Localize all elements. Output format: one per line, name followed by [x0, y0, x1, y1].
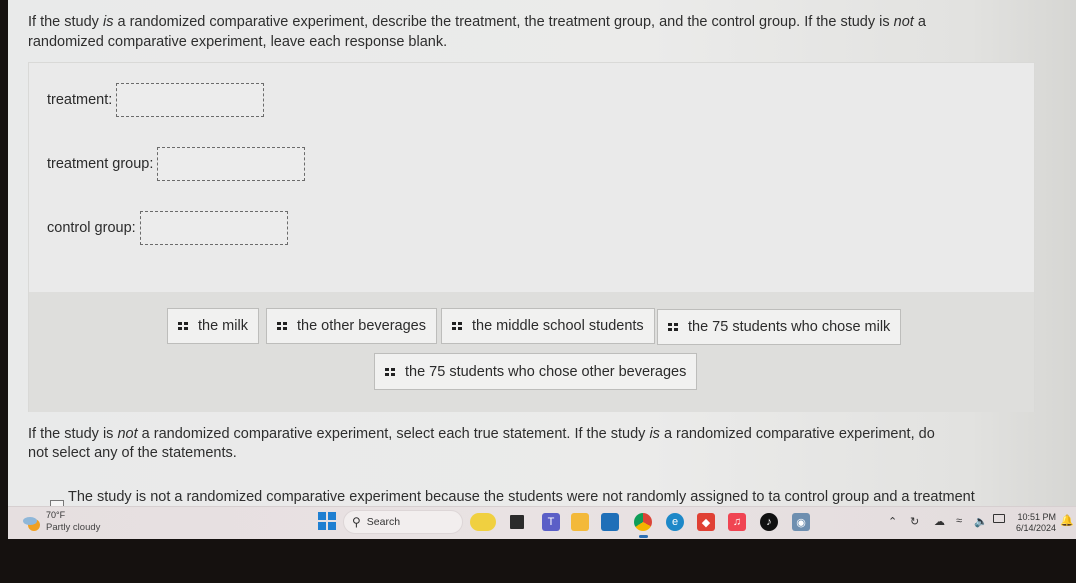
onedrive-cloud-icon[interactable]: ☁ [934, 515, 945, 528]
show-hidden-icons-chevron-icon[interactable]: ⌃ [888, 515, 897, 528]
taskbar-search[interactable]: ⚲ Search [343, 510, 463, 534]
screen-bezel-left [0, 0, 8, 540]
answer-chip-other-beverages[interactable]: the other beverages [266, 308, 437, 344]
notification-bell-icon[interactable]: 🔔 [1060, 514, 1074, 527]
active-app-indicator [639, 535, 648, 538]
answer-chip-75-chose-milk[interactable]: the 75 students who chose milk [657, 309, 902, 345]
weather-temperature[interactable]: 70°F [46, 510, 65, 520]
treatment-label: treatment: [47, 92, 113, 108]
answer-bank: the milk the other beverages the middle … [29, 292, 1034, 412]
chrome-icon[interactable] [634, 513, 652, 531]
answer-chip-the-milk[interactable]: the milk [167, 308, 259, 344]
drag-handle-icon [385, 367, 395, 376]
anydesk-icon[interactable]: ◆ [697, 513, 715, 531]
apple-music-icon[interactable]: ♫ [728, 513, 746, 531]
treatment-group-label: treatment group: [47, 156, 154, 172]
wifi-icon[interactable]: ≈ [956, 515, 962, 527]
question2-instructions: If the study is not a randomized compara… [28, 426, 935, 461]
treatment-group-row: treatment group: [47, 147, 306, 181]
drag-handle-icon [277, 322, 287, 330]
statement-text: The study is not a randomized comparativ… [68, 489, 975, 505]
camera-icon[interactable]: ◉ [792, 513, 810, 531]
partly-cloudy-icon[interactable] [22, 513, 44, 533]
drag-handle-icon [178, 322, 188, 330]
drag-handle-icon [452, 322, 462, 330]
treatment-group-drop-target[interactable] [157, 147, 306, 181]
file-explorer-icon[interactable] [571, 513, 589, 531]
volume-icon[interactable]: 🔈 [974, 515, 988, 528]
treatment-drop-target[interactable] [116, 83, 265, 117]
answer-chip-middle-school-students[interactable]: the middle school students [441, 308, 655, 344]
weather-condition[interactable]: Partly cloudy [46, 522, 100, 533]
control-group-label: control group: [47, 220, 136, 236]
control-group-drop-target[interactable] [139, 211, 288, 245]
control-group-row: control group: [47, 211, 288, 245]
monitor-bezel [0, 539, 1076, 583]
instructions-text: If the study is a randomized comparative… [28, 14, 926, 50]
browser-content: If the study is a randomized comparative… [8, 0, 1076, 508]
treatment-row: treatment: [47, 83, 265, 117]
widgets-lemon-icon[interactable] [470, 513, 496, 531]
search-icon: ⚲ [352, 515, 361, 529]
system-clock[interactable]: 10:51 PM 6/14/2024 [1014, 512, 1056, 534]
edge-icon[interactable]: e [666, 513, 684, 531]
sync-icon[interactable]: ↻ [910, 515, 919, 528]
windows-start-icon[interactable] [318, 512, 336, 530]
battery-icon[interactable] [993, 514, 1005, 523]
response-panel: treatment: treatment group: control grou… [28, 62, 1035, 412]
drag-handle-icon [668, 323, 678, 331]
microsoft-store-icon[interactable] [601, 513, 619, 531]
terminal-icon[interactable] [510, 515, 524, 529]
answer-chip-75-chose-other-beverages[interactable]: the 75 students who chose other beverage… [374, 353, 698, 390]
tiktok-icon[interactable]: ♪ [760, 513, 778, 531]
teams-icon[interactable]: T [542, 513, 560, 531]
windows-taskbar: 70°F Partly cloudy ⚲ Search T e ◆ ♫ ♪ ◉ … [8, 506, 1076, 539]
